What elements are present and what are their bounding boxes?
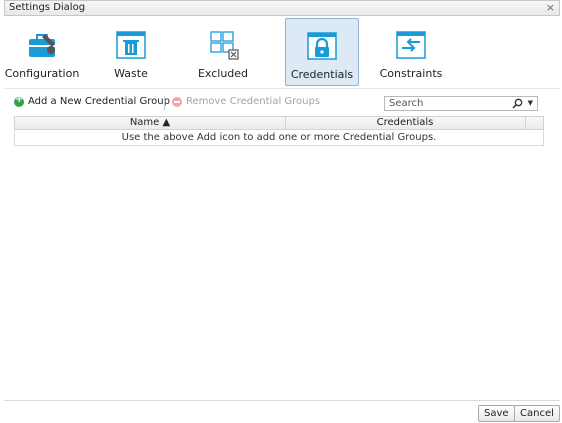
configuration-icon <box>29 34 55 57</box>
tab-excluded-label: Excluded <box>197 67 249 80</box>
dialog-title: Settings Dialog <box>9 2 86 13</box>
excluded-icon <box>210 31 239 60</box>
tab-excluded[interactable]: Excluded <box>194 18 252 86</box>
column-header-credentials[interactable]: Credentials <box>285 117 526 129</box>
remove-credential-groups-label: Remove Credential Groups <box>186 96 321 107</box>
action-separator <box>164 96 165 110</box>
search-box: ▼ <box>384 96 538 111</box>
credential-actions: Add a New Credential Group Remove Creden… <box>14 94 544 112</box>
close-icon[interactable]: × <box>546 1 555 14</box>
add-credential-group-button[interactable]: Add a New Credential Group <box>14 94 170 107</box>
tab-constraints[interactable]: Constraints <box>376 18 446 86</box>
add-credential-group-label: Add a New Credential Group <box>28 96 170 107</box>
grid-empty-message: Use the above Add icon to add one or mor… <box>14 130 544 146</box>
tab-configuration-label: Configuration <box>4 67 80 80</box>
settings-toolbar: Configuration Waste Excluded Credentials… <box>4 18 560 88</box>
add-icon <box>14 94 24 107</box>
tab-waste-label: Waste <box>114 67 148 80</box>
lock-icon <box>307 32 337 60</box>
toolbar-divider <box>4 88 560 89</box>
tab-constraints-label: Constraints <box>379 67 443 80</box>
credential-groups-grid: Name ▲ Credentials Use the above Add ico… <box>14 116 544 148</box>
cancel-button[interactable]: Cancel <box>514 405 560 422</box>
remove-icon <box>172 96 182 107</box>
tab-credentials-label: Credentials <box>290 68 354 81</box>
column-header-name[interactable]: Name ▲ <box>15 117 286 129</box>
tab-waste[interactable]: Waste <box>104 18 158 86</box>
search-icon[interactable] <box>512 98 523 109</box>
tab-configuration[interactable]: Configuration <box>4 18 80 86</box>
constraints-icon <box>396 31 426 59</box>
save-button[interactable]: Save <box>478 405 515 422</box>
search-input[interactable] <box>385 97 513 110</box>
remove-credential-groups-button[interactable]: Remove Credential Groups <box>172 96 320 107</box>
chevron-down-icon[interactable]: ▼ <box>528 99 533 107</box>
tab-credentials[interactable]: Credentials <box>285 18 359 86</box>
trash-icon <box>116 31 146 59</box>
footer-divider <box>4 400 560 401</box>
grid-header: Name ▲ Credentials <box>14 116 544 130</box>
settings-dialog: Settings Dialog × Configuration Waste Ex… <box>4 0 560 423</box>
title-bar: Settings Dialog × <box>4 0 560 16</box>
